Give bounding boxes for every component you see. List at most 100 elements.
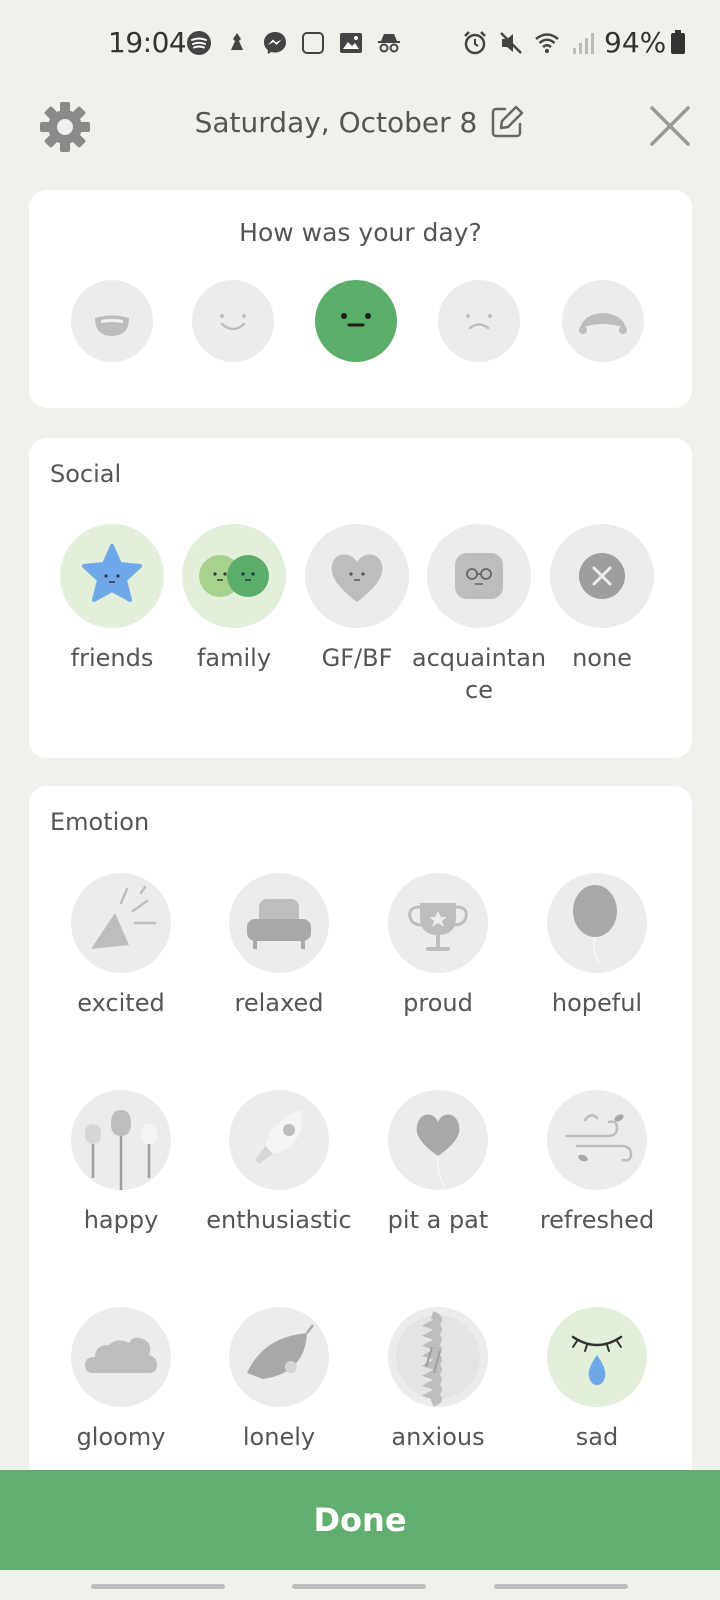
acquaintance-circle (427, 524, 531, 628)
anxious-label: anxious (391, 1423, 485, 1451)
social-gfbf[interactable]: GF/BF (305, 524, 409, 672)
x-icon (579, 553, 625, 599)
hopeful-label: hopeful (551, 989, 643, 1017)
mute-icon (500, 32, 522, 54)
date-title[interactable]: Saturday, October 8 (0, 104, 720, 140)
happy-circle (71, 1090, 171, 1190)
gallery-icon (340, 33, 362, 53)
navigation-bar (0, 1570, 720, 1600)
glasses-icon (455, 553, 503, 599)
mood-sad[interactable] (438, 280, 520, 362)
mood-card: How was your day? (29, 190, 692, 408)
happy-label: happy (83, 1206, 159, 1234)
mood-very-happy[interactable] (71, 280, 153, 362)
emotion-enthusiastic[interactable]: enthusiastic (206, 1090, 352, 1234)
mood-very-sad[interactable] (562, 280, 644, 362)
crying-face-icon (579, 313, 627, 334)
social-title: Social (50, 460, 122, 488)
happy-face-icon (220, 314, 246, 331)
leaf-icon (247, 1324, 314, 1379)
social-family[interactable]: family (182, 524, 286, 672)
emotion-card: Emotion excited relaxed proud hopeful ha… (29, 786, 692, 1486)
emotion-hopeful[interactable]: hopeful (547, 873, 647, 1017)
wifi-icon (535, 33, 559, 53)
emotion-sad[interactable]: sad (547, 1307, 647, 1451)
close-icon[interactable] (648, 104, 692, 148)
gloomy-label: gloomy (76, 1423, 166, 1451)
nav-recent-apps[interactable] (91, 1584, 225, 1589)
social-none[interactable]: none (550, 524, 654, 672)
teardrop-icon (571, 1335, 623, 1385)
nav-back[interactable] (494, 1584, 628, 1589)
mood-neutral[interactable] (315, 280, 397, 362)
emotion-pitapat[interactable]: pit a pat (388, 1090, 488, 1234)
notification-icons (186, 30, 402, 56)
hopeful-circle (547, 873, 647, 973)
star-icon (82, 544, 142, 602)
square-notification-icon (302, 32, 324, 54)
emotion-proud[interactable]: proud (388, 873, 488, 1017)
wind-icon (565, 1114, 633, 1162)
relaxed-label: relaxed (234, 989, 324, 1017)
sad-circle (547, 1307, 647, 1407)
battery-text: 94% (604, 26, 667, 59)
system-icons (462, 30, 596, 56)
date-text: Saturday, October 8 (194, 105, 478, 139)
lonely-label: lonely (242, 1423, 316, 1451)
header: Saturday, October 8 (0, 90, 720, 165)
emotion-refreshed[interactable]: refreshed (540, 1090, 654, 1234)
done-button[interactable]: Done (0, 1470, 720, 1570)
rope-icon (396, 1311, 480, 1407)
gloomy-circle (71, 1307, 171, 1407)
incognito-icon (378, 34, 400, 53)
mood-happy[interactable] (192, 280, 274, 362)
very-happy-face-icon (95, 315, 129, 336)
gfbf-circle (305, 524, 409, 628)
enthusiastic-label: enthusiastic (206, 1206, 352, 1234)
rocket-icon (255, 1110, 303, 1164)
spotify-icon (187, 31, 211, 55)
family-circle (182, 524, 286, 628)
nav-home[interactable] (292, 1584, 426, 1589)
cloud-icon (85, 1337, 157, 1373)
sad-face-icon (466, 314, 492, 330)
emotion-lonely[interactable]: lonely (229, 1307, 329, 1451)
pitapat-label: pit a pat (387, 1206, 489, 1234)
none-label: none (572, 644, 632, 672)
heart-balloon-icon (416, 1114, 460, 1187)
emotion-anxious[interactable]: anxious (388, 1307, 488, 1451)
heart-icon (331, 554, 383, 602)
friends-circle (60, 524, 164, 628)
mood-question: How was your day? (239, 218, 482, 247)
trophy-icon (408, 903, 468, 951)
social-acquaintance[interactable]: acquaintance (412, 524, 546, 704)
family-icon (199, 555, 269, 597)
party-popper-icon (91, 885, 157, 949)
messenger-icon (264, 32, 286, 54)
social-card: Social friends family GF/BF acquaintance… (29, 438, 692, 758)
relaxed-circle (229, 873, 329, 973)
emotion-happy[interactable]: happy (71, 1090, 171, 1234)
proud-label: proud (403, 989, 473, 1017)
lonely-circle (229, 1307, 329, 1407)
battery-percent: 94% (604, 26, 686, 59)
tulips-icon (85, 1110, 157, 1190)
signal-icon (573, 33, 594, 54)
neutral-face-icon (341, 313, 371, 327)
excited-label: excited (77, 989, 165, 1017)
excited-circle (71, 873, 171, 973)
emotion-excited[interactable]: excited (71, 873, 171, 1017)
emotion-title: Emotion (50, 808, 150, 836)
refreshed-label: refreshed (539, 1206, 655, 1234)
sad-label: sad (575, 1423, 619, 1451)
battery-icon (671, 30, 686, 54)
proud-circle (388, 873, 488, 973)
social-friends[interactable]: friends (60, 524, 164, 672)
emotion-gloomy[interactable]: gloomy (71, 1307, 171, 1451)
status-bar: 19:04 94% (0, 0, 720, 90)
pitapat-circle (388, 1090, 488, 1190)
emotion-relaxed[interactable]: relaxed (229, 873, 329, 1017)
refreshed-circle (547, 1090, 647, 1190)
edit-pencil-icon[interactable] (489, 104, 525, 140)
alarm-icon (464, 31, 486, 55)
